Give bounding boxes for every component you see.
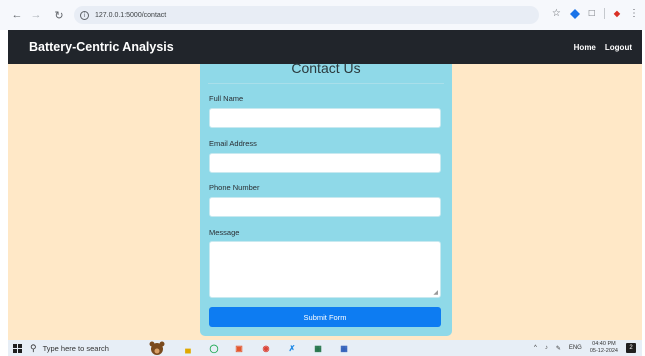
screen: ← → ↻ i 127.0.0.1:5000/contact ☆ □ ◆ ⋮ B… [0, 0, 645, 356]
file-explorer-icon[interactable]: ▄ [182, 342, 194, 354]
chrome-icon[interactable]: ◉ [260, 342, 272, 354]
windows-taskbar: ⚲ Type here to search ▄ ◯ ▣ ◉ ✗ ▦ ▦ ^ ♪ … [8, 340, 642, 356]
vscode-icon[interactable]: ✗ [286, 342, 298, 354]
clock-time: 04:40 PM [592, 341, 616, 347]
bookmark-star-icon[interactable]: ☆ [552, 8, 561, 19]
email-label: Email Address [209, 139, 257, 148]
full-name-label: Full Name [209, 94, 244, 103]
reload-icon[interactable]: ↻ [52, 8, 66, 22]
language-indicator[interactable]: ENG [569, 345, 582, 351]
site-info-icon[interactable]: i [80, 10, 89, 20]
browser-toolbar: ← → ↻ i 127.0.0.1:5000/contact ☆ □ ◆ ⋮ [0, 0, 645, 30]
resize-handle-icon[interactable]: ◢ [433, 289, 438, 296]
notification-count: 2 [629, 345, 633, 351]
forward-arrow-icon[interactable]: → [29, 8, 43, 22]
nav-link-home[interactable]: Home [574, 43, 596, 52]
whatsapp-icon[interactable]: ◯ [208, 342, 220, 354]
contact-form-card: Contact Us Full Name Email Address Phone… [200, 60, 452, 336]
page-body: Contact Us Full Name Email Address Phone… [8, 60, 642, 340]
navbar-links: Home Logout [574, 30, 632, 64]
extensions-puzzle-icon[interactable]: □ [589, 8, 595, 19]
mail-icon[interactable]: ▣ [233, 342, 245, 354]
toolbar-divider [603, 8, 605, 19]
speaker-icon[interactable]: ♪ [545, 345, 548, 351]
system-clock[interactable]: 04:40 PM 05-12-2024 [590, 341, 618, 355]
browser-menu-icon[interactable]: ⋮ [629, 8, 639, 19]
address-bar[interactable]: i 127.0.0.1:5000/contact [74, 6, 539, 24]
title-divider [208, 83, 444, 84]
pen-icon[interactable]: ✎ [556, 345, 561, 352]
pdf-extension-icon[interactable]: ◆ [614, 9, 620, 18]
system-tray: ^ ♪ ✎ ENG 04:40 PM 05-12-2024 2 [534, 341, 636, 355]
bear-widget-icon[interactable] [146, 340, 168, 356]
address-url: 127.0.0.1:5000/contact [95, 11, 167, 19]
app-navbar: Battery-Centric Analysis Home Logout [8, 30, 642, 64]
taskbar-search[interactable]: ⚲ Type here to search [30, 343, 109, 354]
browser-actions: ☆ □ ◆ ⋮ [552, 8, 639, 19]
message-label: Message [209, 228, 240, 237]
excel-icon[interactable]: ▦ [312, 342, 324, 354]
nav-link-logout[interactable]: Logout [605, 43, 632, 52]
email-input[interactable] [209, 153, 441, 173]
back-arrow-icon[interactable]: ← [10, 8, 24, 22]
phone-input[interactable] [209, 197, 441, 217]
windows-start-icon[interactable] [13, 343, 22, 353]
taskbar-search-placeholder: Type here to search [42, 343, 109, 353]
brand-title[interactable]: Battery-Centric Analysis [29, 40, 174, 54]
message-textarea[interactable]: ◢ [209, 241, 441, 298]
word-icon[interactable]: ▦ [338, 342, 350, 354]
full-name-input[interactable] [209, 108, 441, 128]
clock-date: 05-12-2024 [589, 348, 618, 354]
notification-icon[interactable]: 2 [626, 343, 636, 353]
phone-label: Phone Number [209, 183, 260, 192]
search-icon: ⚲ [30, 342, 37, 353]
extension-icon[interactable] [569, 8, 580, 19]
submit-button[interactable]: Submit Form [209, 307, 441, 327]
form-title: Contact Us [291, 60, 361, 76]
tray-chevron-up-icon[interactable]: ^ [534, 345, 537, 351]
